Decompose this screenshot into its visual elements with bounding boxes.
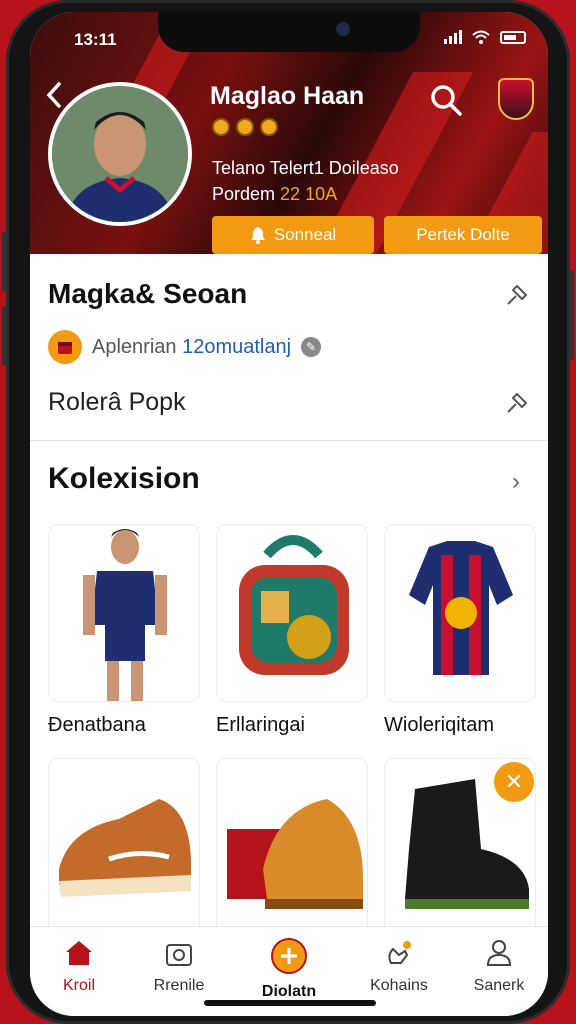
tab-label: Diolatn	[261, 983, 317, 1000]
player-avatar[interactable]	[48, 82, 192, 226]
player-image	[83, 529, 167, 701]
secondary-action-button[interactable]: Pertek Dolte	[384, 216, 542, 254]
chevron-right-icon[interactable]: ›	[512, 468, 520, 496]
wifi-icon	[472, 30, 490, 44]
tab-label: Kroil	[62, 977, 95, 994]
calendar-icon	[48, 330, 82, 364]
meta-label: Aplenrian	[92, 335, 177, 358]
position-value: 22 10A	[280, 184, 338, 204]
player-name: Maglao Haan	[210, 82, 365, 110]
back-button[interactable]	[44, 80, 64, 116]
share-icon[interactable]	[504, 388, 532, 416]
primary-action-label: Sonneal	[273, 225, 337, 244]
person-icon	[486, 940, 512, 966]
tab-label: Sanerk	[473, 977, 525, 994]
signal-icon	[444, 30, 462, 44]
tab-home[interactable]: Kroil	[34, 937, 124, 995]
player-position-line: Pordem 22 10A	[212, 184, 337, 205]
chevron-left-icon	[46, 82, 61, 108]
player-photo	[52, 86, 188, 222]
pin-icon[interactable]	[504, 280, 532, 308]
search-icon[interactable]	[428, 82, 464, 118]
info-icon[interactable]: ✎	[301, 337, 322, 357]
camera-notch	[158, 12, 420, 52]
medal-bag-image	[239, 535, 349, 675]
tab-add[interactable]: Diolatn	[244, 937, 334, 1001]
position-label: Pordem	[212, 184, 276, 204]
home-indicator	[204, 1000, 376, 1006]
tab-label: Rrenile	[153, 977, 205, 994]
item-subtitle: Rolerâ Popk	[48, 388, 186, 416]
calendar-glyph	[58, 342, 72, 354]
collection-card[interactable]	[384, 524, 536, 702]
section-divider	[30, 440, 548, 441]
home-icon	[66, 941, 92, 965]
status-time: 13:11	[74, 30, 117, 49]
card-label: Erllaringai	[216, 714, 305, 736]
meta-text: Aplenrian 12omuatlanj	[92, 336, 291, 359]
sneaker-image	[59, 799, 191, 897]
volume-up-button	[2, 232, 7, 292]
tab-profile[interactable]: Sanerk	[454, 937, 544, 995]
medal-icon	[260, 118, 278, 136]
collection-title: Kolexision	[48, 462, 200, 495]
collection-card[interactable]	[216, 758, 368, 936]
medal-icon	[212, 118, 230, 136]
card-label: Đenatbana	[48, 714, 146, 736]
bell-icon	[250, 227, 265, 244]
front-camera	[336, 22, 350, 36]
meta-row: Aplenrian 12omuatlanj ✎	[48, 330, 322, 364]
meta-value: 12omuatlanj	[182, 335, 292, 358]
volume-down-button	[2, 306, 7, 366]
primary-action-button[interactable]: Sonneal	[212, 216, 374, 254]
item-title: Magka& Seoan	[48, 278, 248, 309]
player-info-line: Telano Telert1 Doileaso	[212, 158, 399, 178]
tab-notifications[interactable]: Kohains	[354, 937, 444, 995]
plus-circle-icon	[271, 938, 307, 974]
tab-label: Kohains	[370, 977, 428, 994]
app-screen: 13:11 Maglao Haan Telano Telert1 Doileas…	[30, 12, 548, 1016]
collection-card[interactable]	[48, 524, 200, 702]
power-button	[569, 270, 574, 360]
boots-box-image	[227, 799, 363, 909]
club-crest-icon[interactable]	[498, 78, 534, 120]
medal-icon	[236, 118, 254, 136]
card-label: Wioleriqitam	[384, 714, 495, 736]
profile-header: 13:11 Maglao Haan Telano Telert1 Doileas…	[30, 12, 548, 254]
status-icons	[444, 30, 526, 44]
collection-card[interactable]	[48, 758, 200, 936]
jersey-image	[409, 541, 513, 675]
medal-row	[212, 118, 278, 136]
battery-icon	[500, 30, 526, 44]
tab-camera[interactable]: Rrenile	[134, 937, 224, 995]
collection-card[interactable]	[216, 524, 368, 702]
close-icon[interactable]: ✕	[494, 762, 534, 802]
secondary-action-label: Pertek Dolte	[416, 225, 510, 244]
camera-icon	[166, 944, 192, 966]
hand-bell-icon	[388, 941, 411, 964]
